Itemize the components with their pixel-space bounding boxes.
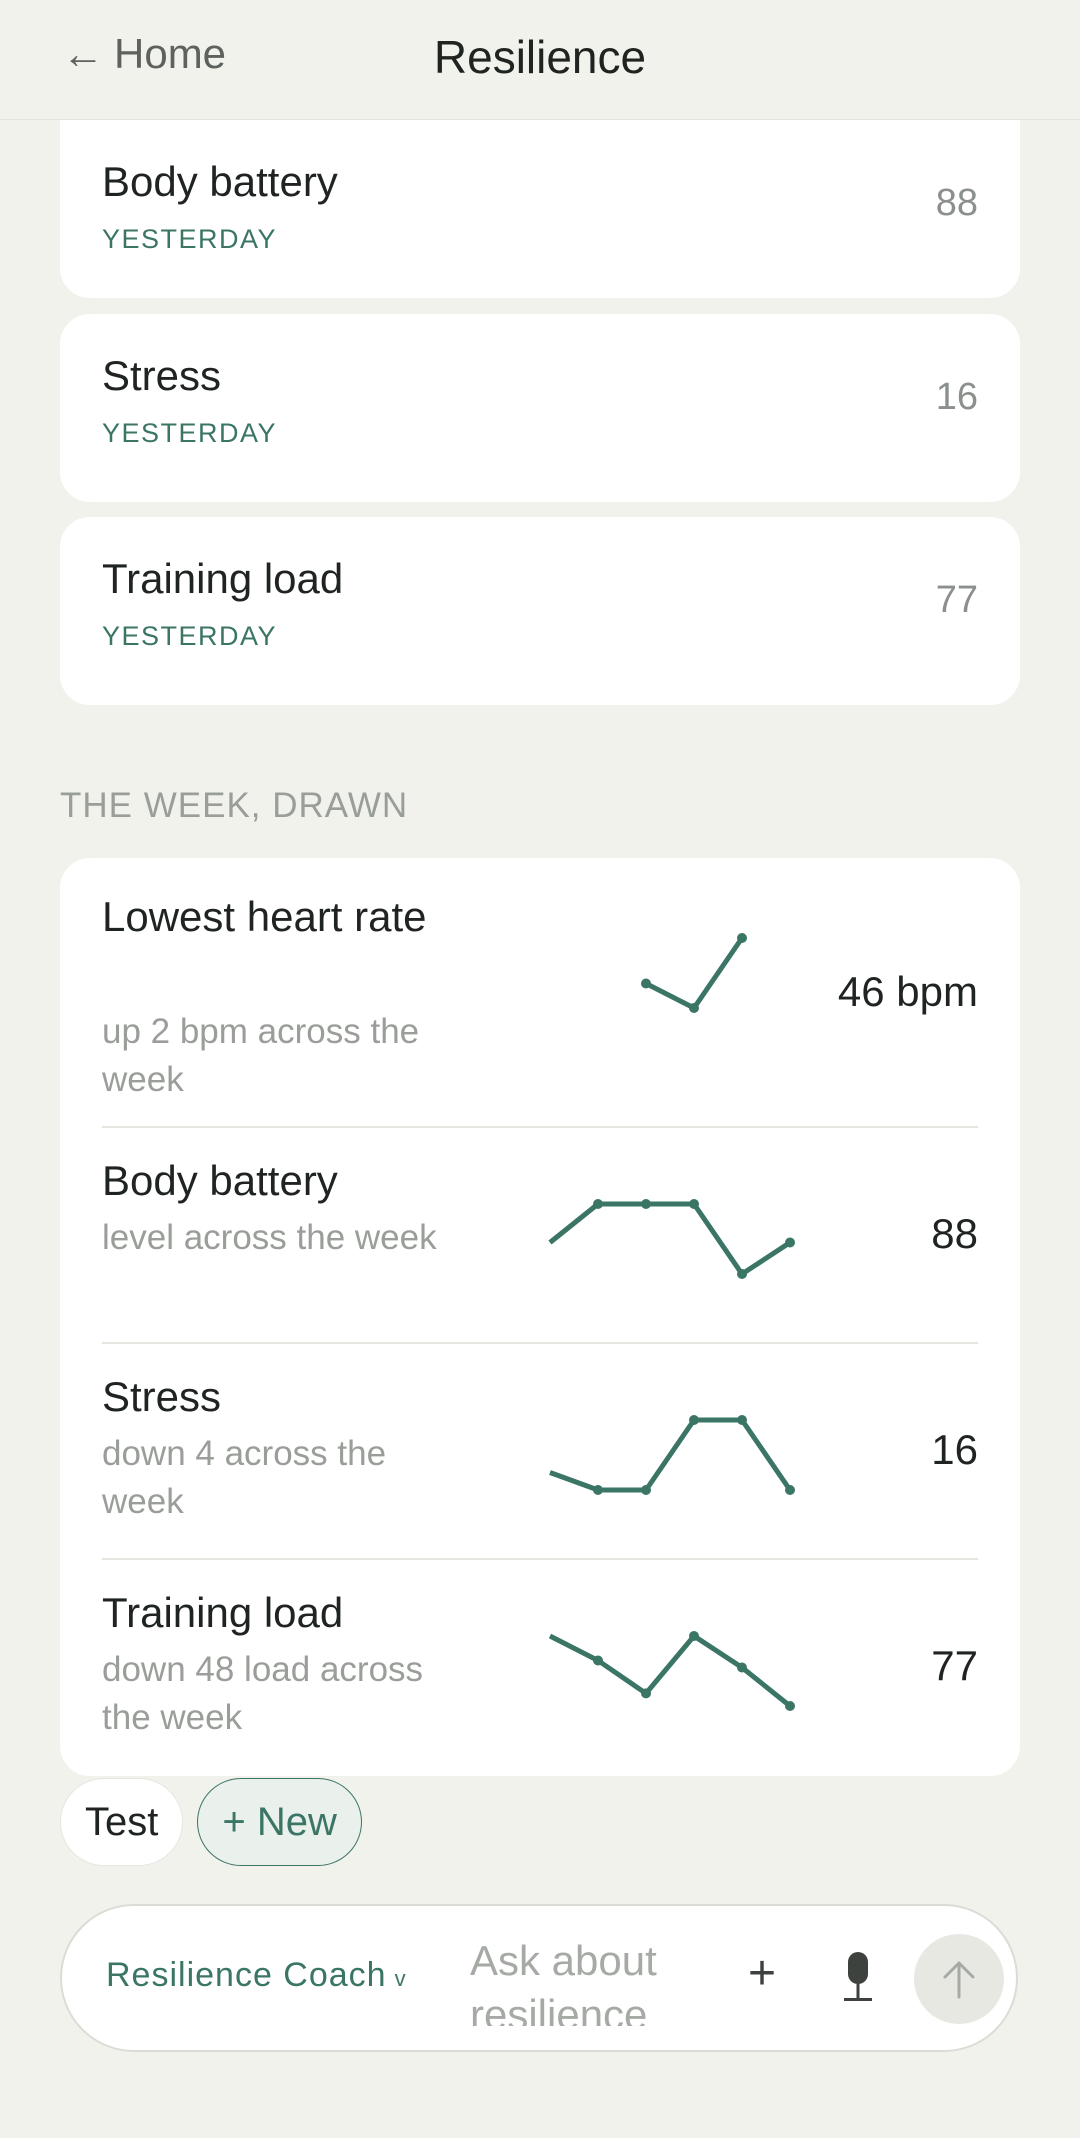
sparkline-point [785, 1485, 795, 1495]
week-row-training-load[interactable]: Training load down 48 load across the we… [102, 1560, 978, 1776]
sparkline [641, 933, 747, 1013]
coach-selector[interactable]: Resilience Coach v [106, 1956, 407, 1995]
chevron-down-icon: v [394, 1966, 407, 1991]
week-row-stress[interactable]: Stress down 4 across the week 16 [102, 1344, 978, 1560]
row-title: Training load [102, 1589, 344, 1636]
row-title: Body battery [102, 1157, 338, 1204]
sparkline [548, 1199, 795, 1279]
metric-value: 88 [935, 182, 978, 224]
sparkline-point [641, 1485, 651, 1495]
sparkline-point [689, 1631, 699, 1641]
sparkline-series [548, 1201, 792, 1277]
row-title: Stress [102, 1373, 222, 1420]
sparkline-point [593, 1199, 603, 1209]
sparkline-point [737, 1269, 747, 1279]
sparkline-point [737, 1415, 747, 1425]
metric-date: YESTERDAY [102, 224, 278, 254]
sparkline-point [593, 1655, 603, 1666]
thread-chips: Test + New [60, 1778, 362, 1866]
message-input[interactable]: Ask about resilience [470, 1934, 700, 2026]
composer: Resilience Coach v Ask about resilience … [60, 1904, 1018, 2052]
sparkline [548, 1631, 795, 1711]
arrow-up-icon [943, 1961, 975, 1999]
row-title: Lowest heart rate [102, 893, 427, 940]
week-row-body-battery[interactable]: Body battery level across the week 88 [102, 1128, 978, 1344]
chip-test[interactable]: Test [60, 1778, 184, 1866]
sparkline-point [737, 1662, 747, 1673]
metric-value: 16 [935, 376, 978, 418]
row-subtitle: down 48 load across the week [102, 1650, 424, 1737]
sparkline-point [641, 1688, 651, 1699]
sparkline-point [641, 1199, 651, 1209]
row-subtitle: level across the week [102, 1218, 437, 1257]
sparkline-point [641, 978, 651, 989]
row-value: 16 [931, 1426, 978, 1473]
top-bar: ← Home Resilience [0, 0, 1080, 120]
sparkline-series [549, 1417, 793, 1493]
metric-name: Stress [102, 352, 222, 399]
sparkline-series [548, 1633, 792, 1708]
sparkline-point [689, 1199, 699, 1209]
sparkline-point [785, 1237, 795, 1248]
sparkline-point [785, 1701, 795, 1711]
metric-name: Training load [102, 555, 344, 602]
new-thread-button[interactable]: + New [197, 1778, 362, 1866]
metric-card-stress[interactable]: Stress YESTERDAY 16 [60, 314, 1020, 502]
row-subtitle: down 4 across the week [102, 1434, 387, 1521]
page-title: Resilience [433, 31, 647, 83]
send-button[interactable] [914, 1934, 1004, 2024]
row-value: 46 bpm [837, 968, 978, 1015]
sparkline-point [737, 933, 747, 943]
microphone-icon [844, 1952, 872, 2001]
sparkline-series [644, 936, 745, 1011]
metric-date: YESTERDAY [102, 418, 278, 448]
mic-button[interactable] [840, 1950, 876, 2011]
week-card: Lowest heart rate up 2 bpm across the we… [60, 858, 1020, 1776]
coach-label: Resilience Coach [106, 1956, 387, 1994]
row-value: 77 [931, 1642, 978, 1689]
row-value: 88 [931, 1210, 978, 1257]
sparkline [549, 1415, 795, 1495]
metric-value: 77 [935, 579, 978, 621]
sparkline-point [689, 1415, 699, 1425]
row-subtitle: up 2 bpm across the week [102, 1012, 420, 1099]
sparkline-point [689, 1003, 699, 1013]
metric-date: YESTERDAY [102, 621, 278, 651]
metric-card-training-load[interactable]: Training load YESTERDAY 77 [60, 517, 1020, 705]
plus-icon: + [748, 1947, 777, 2000]
metric-name: Body battery [102, 158, 338, 205]
week-row-lowest-heart-rate[interactable]: Lowest heart rate up 2 bpm across the we… [102, 888, 978, 1128]
add-attachment-button[interactable]: + [748, 1946, 776, 2001]
section-label: THE WEEK, DRAWN [60, 786, 409, 825]
metric-card-body-battery[interactable]: Body battery YESTERDAY 88 [60, 100, 1020, 298]
sparkline-point [593, 1485, 603, 1495]
